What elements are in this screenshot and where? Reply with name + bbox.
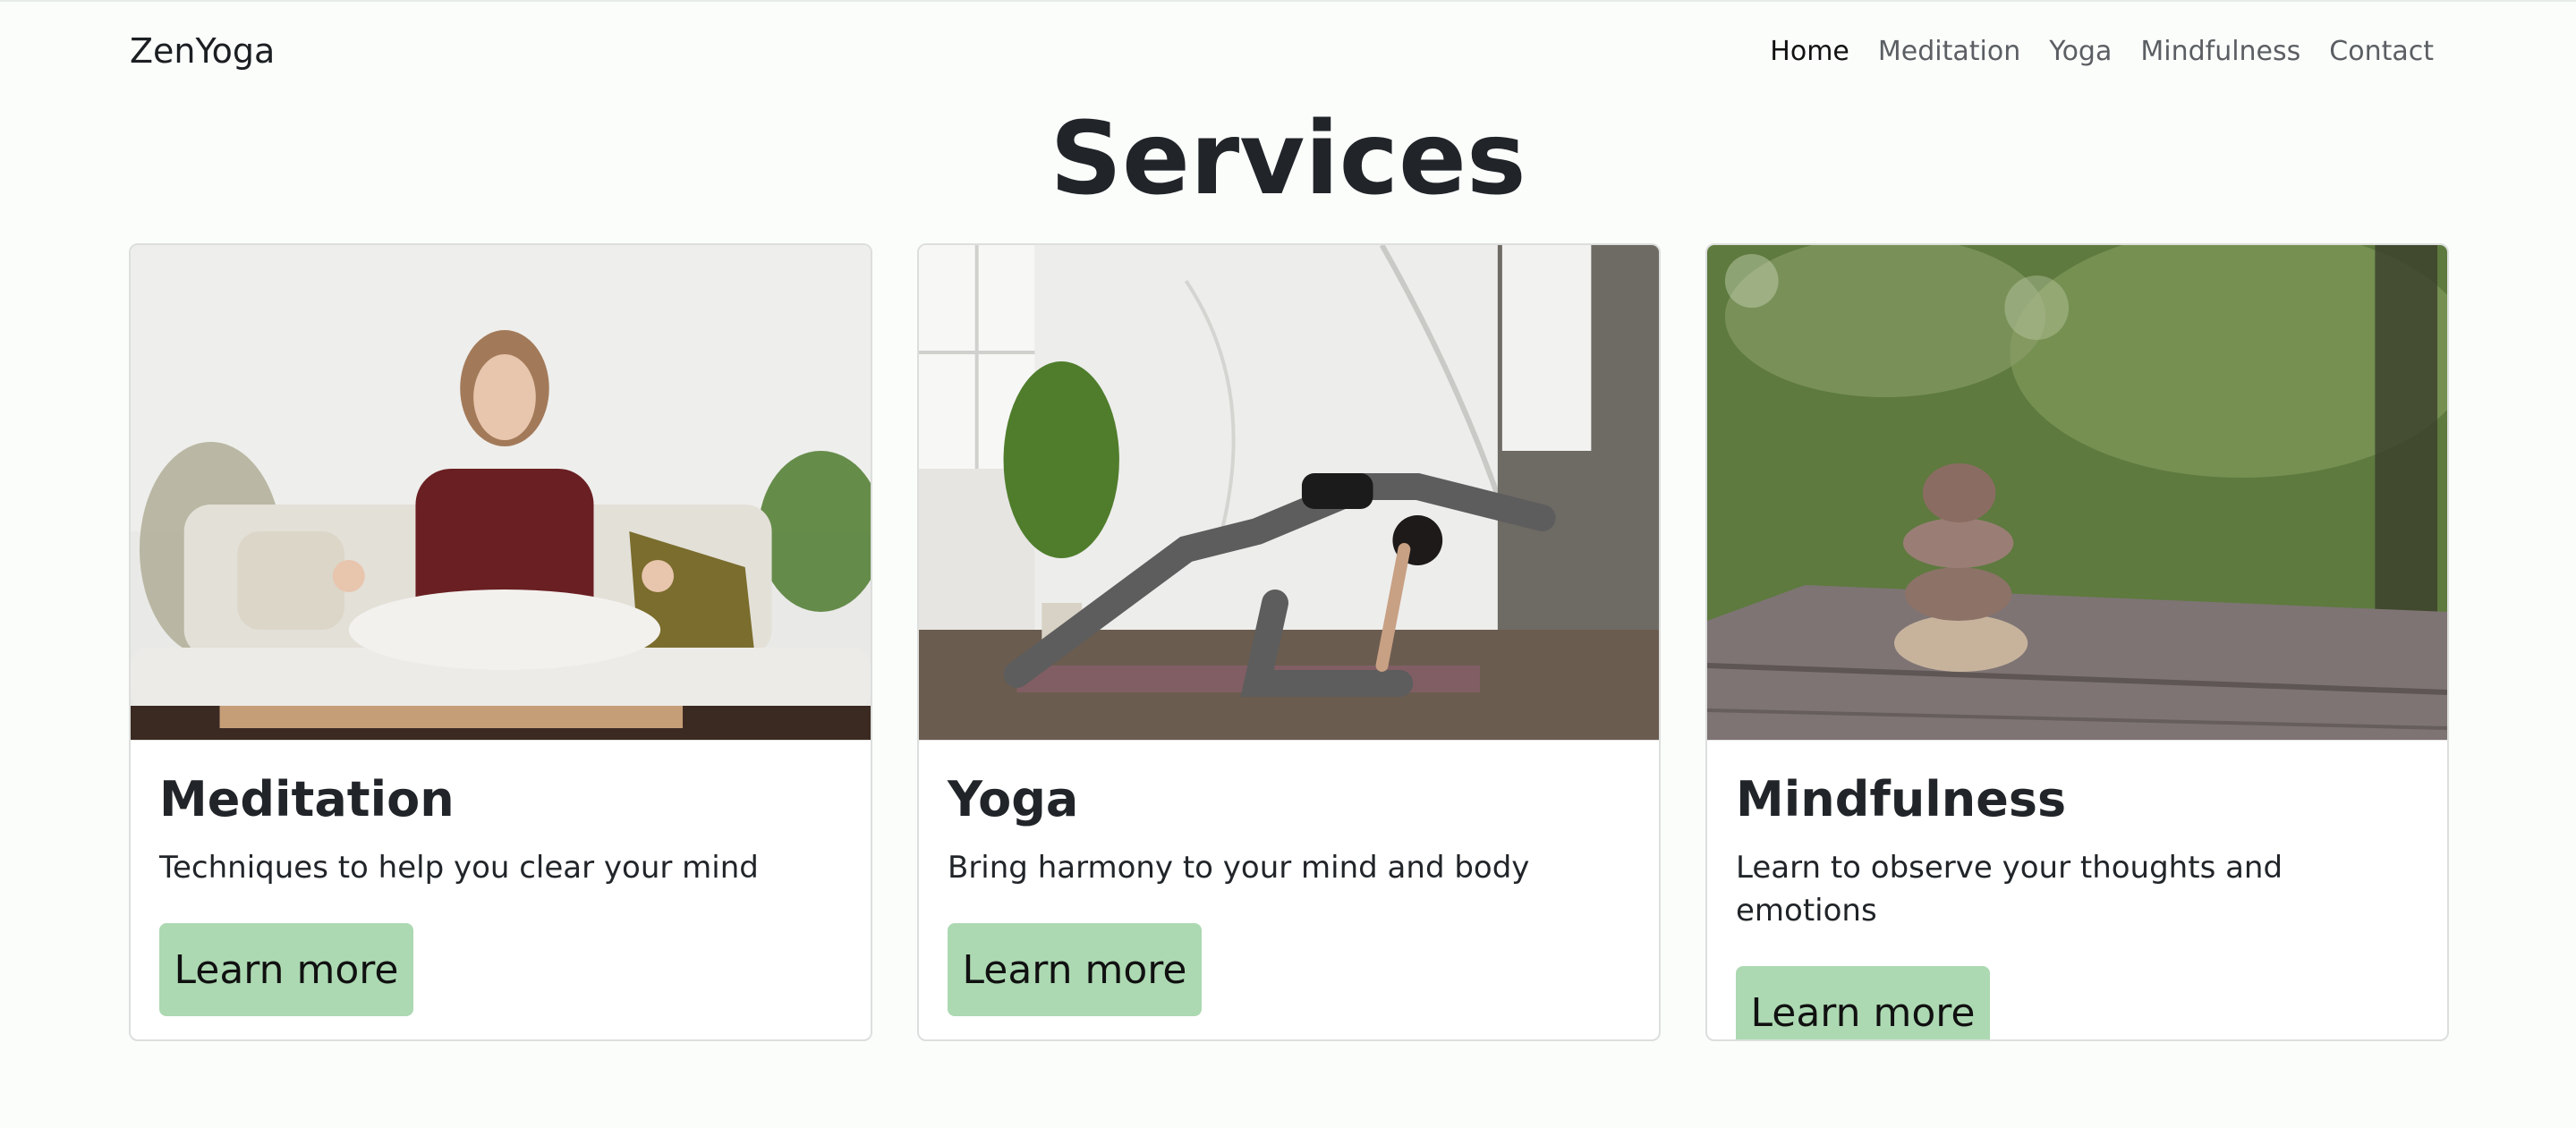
nav-link-meditation[interactable]: Meditation (1878, 36, 2020, 67)
learn-more-button-meditation[interactable]: Learn more (159, 923, 413, 1016)
card-title: Mindfulness (1736, 771, 2067, 827)
service-card-mindfulness: Mindfulness Learn to observe your though… (1705, 243, 2449, 1041)
nav-link-mindfulness[interactable]: Mindfulness (2140, 36, 2300, 67)
navbar: ZenYoga Home Meditation Yoga Mindfulness… (130, 25, 2446, 77)
card-title: Yoga (948, 771, 1079, 827)
nav-link-home[interactable]: Home (1770, 36, 1849, 67)
card-body: Mindfulness Learn to observe your though… (1707, 741, 2447, 1039)
learn-more-button-yoga[interactable]: Learn more (948, 923, 1202, 1016)
card-title: Meditation (159, 771, 455, 827)
mindfulness-image (1707, 245, 2447, 741)
card-body: Meditation Techniques to help you clear … (131, 741, 871, 1016)
brand-logo[interactable]: ZenYoga (130, 31, 275, 71)
card-text: Techniques to help you clear your mind (159, 850, 759, 886)
card-text: Bring harmony to your mind and body (948, 850, 1530, 886)
yoga-image (919, 245, 1659, 741)
nav-links: Home Meditation Yoga Mindfulness Contact (1770, 36, 2446, 67)
page-top-border (0, 0, 2576, 2)
meditation-image (131, 245, 871, 741)
service-card-yoga: Yoga Bring harmony to your mind and body… (917, 243, 1661, 1041)
services-cards: Meditation Techniques to help you clear … (129, 243, 2449, 1041)
nav-link-contact[interactable]: Contact (2329, 36, 2434, 67)
learn-more-button-mindfulness[interactable]: Learn more (1736, 966, 1990, 1039)
card-text: Learn to observe your thoughts and emoti… (1736, 850, 2283, 929)
nav-link-yoga[interactable]: Yoga (2049, 36, 2112, 67)
page-title: Services (1050, 101, 1526, 217)
service-card-meditation: Meditation Techniques to help you clear … (129, 243, 872, 1041)
card-body: Yoga Bring harmony to your mind and body… (919, 741, 1659, 1016)
